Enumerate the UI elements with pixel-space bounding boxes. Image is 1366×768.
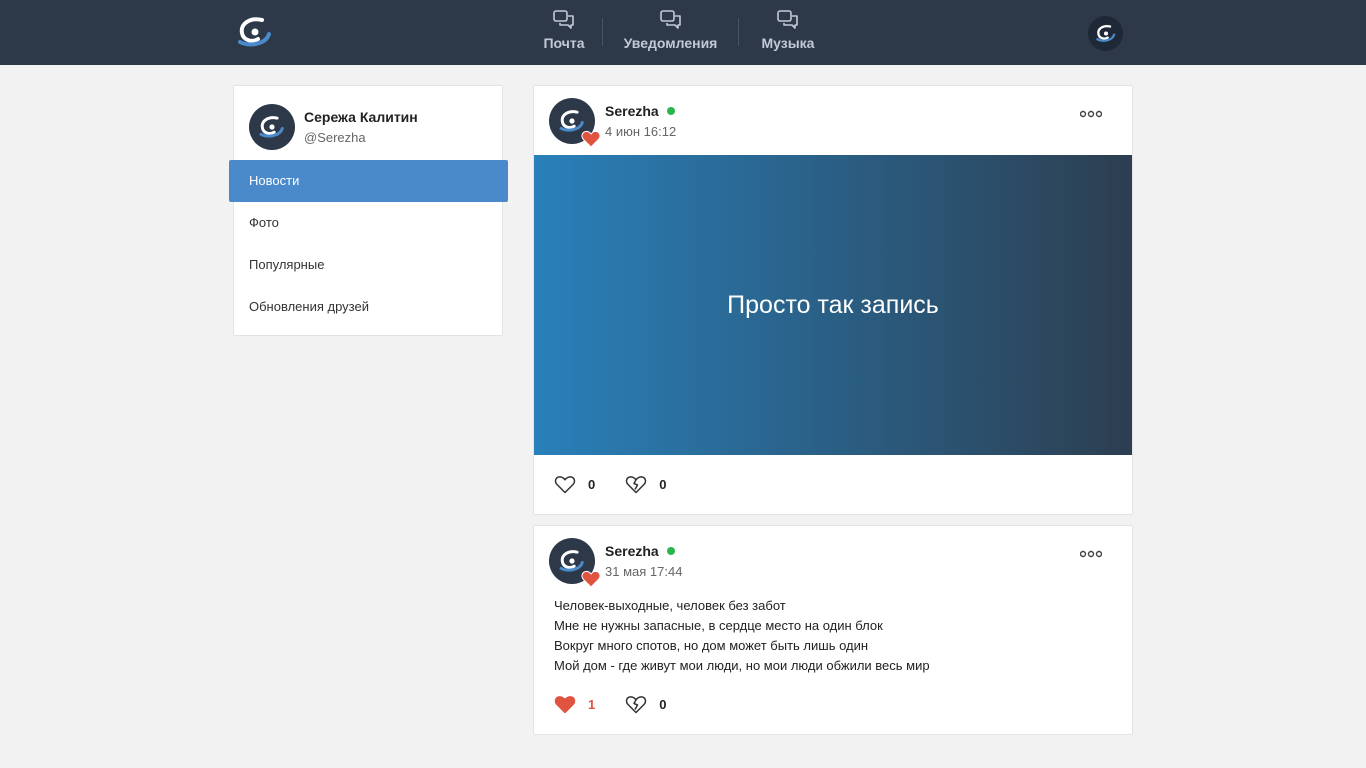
dislike-count: 0 (659, 476, 667, 492)
post-banner[interactable]: Просто так запись (534, 155, 1132, 455)
dislike-button[interactable]: 0 (625, 473, 666, 495)
like-button[interactable]: 1 (554, 693, 595, 715)
profile-card[interactable]: Сережа Калитин @Serezha (249, 104, 418, 150)
profile-name[interactable]: Сережа Калитин (304, 109, 418, 125)
heart-badge-icon (581, 570, 601, 588)
header-user-avatar[interactable] (1088, 16, 1123, 51)
post-header: Serezha 4 июн 16:12 (549, 98, 676, 148)
post-author[interactable]: Serezha (605, 543, 659, 559)
post-date[interactable]: 31 мая 17:44 (605, 564, 682, 579)
post-card: Serezha 4 июн 16:12 Просто так запись 0 … (533, 85, 1133, 515)
post-card: Serezha 31 мая 17:44 Человек-выходные, ч… (533, 525, 1133, 735)
post-text-line: Вокруг много спотов, но дом может быть л… (554, 638, 869, 653)
post-header: Serezha 31 мая 17:44 (549, 538, 682, 588)
dislike-button[interactable]: 0 (625, 693, 666, 715)
more-options-icon[interactable] (1080, 110, 1102, 118)
sidebar-menu: Новости Фото Популярные Обновления друзе… (229, 160, 508, 328)
avatar[interactable] (549, 98, 601, 148)
like-count: 1 (588, 696, 596, 712)
sidebar: Сережа Калитин @Serezha Новости Фото Поп… (229, 85, 508, 336)
like-button[interactable]: 0 (554, 473, 595, 495)
avatar[interactable] (249, 104, 295, 150)
logo-icon (1095, 25, 1115, 42)
sidebar-item-popular[interactable]: Популярные (229, 244, 508, 286)
sidebar-item-news[interactable]: Новости (229, 160, 508, 202)
online-status-dot (666, 107, 675, 115)
post-text: Человек-выходные, человек без забот Мне … (554, 596, 930, 676)
online-status-dot (666, 547, 675, 555)
nav-mail-label: Почта (543, 35, 585, 51)
more-options-icon[interactable] (1080, 550, 1102, 558)
heart-outline-icon (554, 476, 576, 494)
broken-heart-icon (626, 476, 647, 494)
avatar[interactable] (549, 538, 601, 588)
nav-music[interactable]: Музыка (739, 0, 837, 65)
dislike-count: 0 (659, 696, 667, 712)
heart-filled-icon (554, 696, 576, 714)
nav-notifications[interactable]: Уведомления (603, 0, 738, 65)
post-author[interactable]: Serezha (605, 103, 659, 119)
broken-heart-icon (626, 696, 647, 714)
sidebar-item-photos[interactable]: Фото (229, 202, 508, 244)
main-nav: Почта Уведомления Музыка (526, 0, 837, 65)
nav-music-label: Музыка (761, 35, 815, 51)
post-text-line: Мне не нужны запасные, в сердце место на… (554, 618, 883, 633)
post-actions: 1 0 (554, 693, 696, 715)
profile-handle: @Serezha (304, 130, 366, 145)
post-actions: 0 0 (554, 473, 696, 495)
chat-icon (777, 10, 798, 29)
top-header: Почта Уведомления Музыка (0, 0, 1366, 65)
post-text-line: Человек-выходные, человек без забот (554, 598, 786, 613)
logo-icon (259, 116, 284, 138)
sidebar-item-friends-updates[interactable]: Обновления друзей (229, 286, 508, 328)
chat-icon (553, 10, 574, 29)
nav-mail[interactable]: Почта (526, 0, 602, 65)
like-count: 0 (588, 476, 596, 492)
nav-notifications-label: Уведомления (623, 35, 718, 51)
post-text-line: Мой дом - где живут мои люди, но мои люд… (554, 658, 930, 673)
post-banner-text: Просто так запись (727, 290, 939, 319)
heart-badge-icon (581, 130, 601, 148)
post-date[interactable]: 4 июн 16:12 (605, 124, 676, 139)
logo-icon[interactable] (236, 16, 274, 48)
chat-icon (659, 10, 681, 29)
